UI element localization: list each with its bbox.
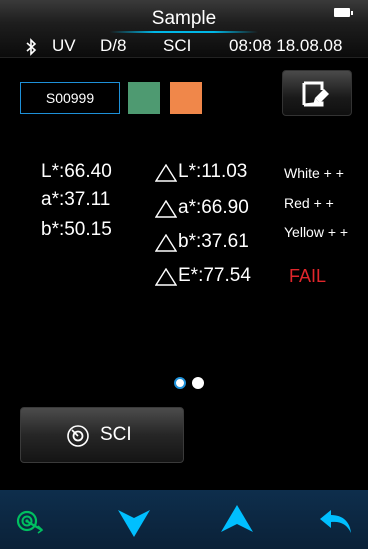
title-underline <box>110 31 258 33</box>
status-mode: UV <box>52 36 76 55</box>
delta-icon <box>155 234 177 252</box>
value-L: L*:66.40 <box>41 161 112 182</box>
measure-target-icon <box>16 510 44 534</box>
assessment-lightness: White + + <box>284 165 344 181</box>
delta-icon <box>155 268 177 286</box>
page-title: Sample <box>151 8 217 29</box>
delta-icon <box>155 200 177 218</box>
sample-color-swatch <box>170 82 202 114</box>
screen: Sample UV D/8 SCI 08:08 18.08.08 S00999 … <box>0 0 368 549</box>
bluetooth-icon <box>26 38 37 56</box>
result-badge: FAIL <box>289 266 327 286</box>
sci-button[interactable]: SCI <box>20 407 184 463</box>
arrow-down-icon <box>118 510 150 537</box>
status-row: UV D/8 SCI 08:08 18.08.08 <box>0 36 368 58</box>
delta-E: E*:77.54 <box>178 265 251 286</box>
sample-name-box[interactable]: S00999 <box>20 82 120 114</box>
sample-name: S00999 <box>45 90 95 106</box>
value-b: b*:50.15 <box>41 219 112 240</box>
back-button[interactable] <box>276 490 368 549</box>
delta-b: b*:37.61 <box>178 231 249 252</box>
edit-button[interactable] <box>282 70 352 116</box>
back-icon <box>320 510 351 533</box>
assessment-red-green: Red + + <box>284 195 334 211</box>
status-datetime: 08:08 18.08.08 <box>229 36 343 55</box>
status-specular: SCI <box>163 36 192 55</box>
next-button[interactable] <box>92 490 184 549</box>
page-dot-active[interactable] <box>174 377 186 389</box>
standard-color-swatch <box>128 82 160 114</box>
value-a: a*:37.11 <box>41 189 111 210</box>
sci-button-label: SCI <box>100 424 132 445</box>
previous-button[interactable] <box>184 490 276 549</box>
page-dot[interactable] <box>192 377 204 389</box>
assessment-yellow-blue: Yellow + + <box>284 224 349 240</box>
edit-document-icon <box>302 81 329 107</box>
sci-mode-icon <box>67 425 89 447</box>
delta-a: a*:66.90 <box>178 197 249 218</box>
measure-button[interactable] <box>0 490 92 549</box>
status-geometry: D/8 <box>100 36 127 55</box>
delta-icon <box>155 164 177 182</box>
bottom-nav <box>0 490 368 549</box>
arrow-up-icon <box>221 505 253 532</box>
delta-L: L*:11.03 <box>178 161 248 182</box>
header-bar: Sample UV D/8 SCI 08:08 18.08.08 <box>0 0 368 58</box>
battery-icon <box>334 8 353 17</box>
